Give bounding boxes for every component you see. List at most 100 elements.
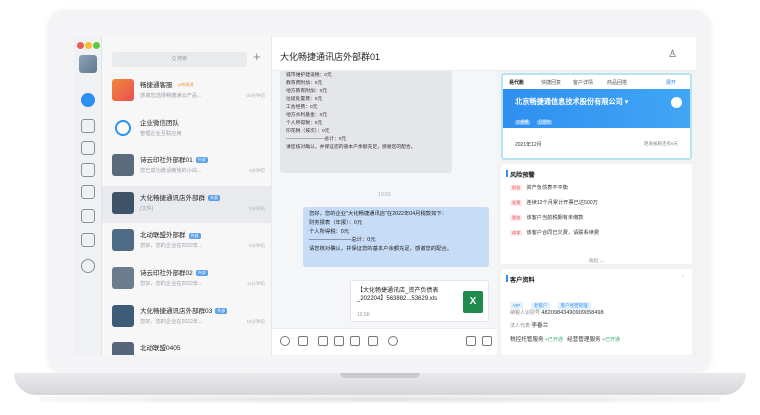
conversation-title-text: 大化畅捷通讯店外部群03: [140, 307, 213, 315]
document-icon[interactable]: [81, 141, 95, 155]
conversation-item[interactable]: 北动联盟0405今天上午一定要把这个季...21分钟前: [102, 336, 272, 355]
chat-header: 大化畅捷通讯店外部群01: [272, 37, 696, 71]
meeting-icon[interactable]: [81, 185, 95, 199]
conversation-title: 大化畅捷通讯店外部群 外部: [140, 192, 220, 202]
right-panel: 易代账 快捷回复 客户详情 商品回搭 展开 北京畅捷通信息技术股份有限公司 ▾ …: [497, 71, 696, 355]
message-bubble-sent: 您好，您的企业"大化畅捷通讯店"在2022年04月税款如下： 财务报表（年报）：0…: [303, 207, 489, 267]
message-line: 地方水利基金：0元: [286, 113, 328, 118]
risk-text: 资产负债表不平衡: [526, 185, 568, 191]
tax-countdown: 距离报税还有6天: [643, 141, 678, 146]
laptop-notch: [340, 373, 420, 378]
chat-area: 城市维护建设税：0元 教育费附加：0元 地方教育附加：0元 垃圾处置费：0元 工会经费：…: [272, 71, 497, 355]
phone-icon[interactable]: [388, 336, 398, 346]
mail-icon[interactable]: [81, 119, 95, 133]
calendar-icon[interactable]: [81, 163, 95, 177]
tab-product[interactable]: 商品回搭: [607, 79, 627, 86]
excel-file-icon: X: [463, 291, 483, 313]
conversation-title: 诗云印社外部群02 外部: [140, 267, 208, 277]
plus-icon[interactable]: +: [253, 49, 261, 64]
file-name: 【大化畅捷通讯店_资产负债表_202204】563882...53629.xls: [357, 288, 439, 302]
message-line: 请您核对确认，并保证您的基本户余额充足，感谢您的配合。: [286, 145, 416, 150]
tax-id-row: 纳税人识别号 4820984349090905849​8: [510, 309, 604, 316]
member-icon[interactable]: ♙: [668, 49, 677, 60]
conversation-time: 05分钟前: [246, 93, 265, 98]
message-icon[interactable]: [81, 93, 95, 107]
tab-customer-detail[interactable]: 客户详情: [573, 79, 593, 86]
risk-tag: 税务: [510, 215, 523, 221]
tab-quick-reply[interactable]: 快捷回复: [541, 79, 561, 86]
screen-share-icon[interactable]: [368, 336, 378, 346]
conversation-time: 3分钟前: [248, 205, 265, 211]
message-line: 个人所得税：0元: [309, 228, 350, 235]
service-status[interactable]: +已开通: [545, 337, 563, 343]
app-window: Q 搜索 + 畅捷通客服 @畅捷通 感谢您选择畅捷通云产品... 05分钟前 企业微信团…: [74, 37, 696, 355]
conversation-preview: 感谢您选择畅捷通云产品...: [140, 93, 202, 99]
conversation-title-text: 企业微信团队: [140, 119, 179, 127]
document-icon[interactable]: [350, 336, 360, 346]
conversation-title: 北动联盟外部群 外部: [140, 229, 201, 239]
avatar: [112, 79, 134, 101]
conversation-preview: 您好，您的企业在2022年...: [140, 281, 203, 287]
conversation-item[interactable]: 畅捷通客服 @畅捷通 感谢您选择畅捷通云产品... 05分钟前: [102, 73, 272, 110]
conversation-item[interactable]: 诗云印社外部群02 外部 您好，您的企业在2022年... 11分钟前: [102, 261, 272, 298]
avatar: [112, 267, 134, 289]
conversation-time: 6分钟前: [248, 243, 265, 249]
minimize-window-button[interactable]: [85, 42, 92, 49]
conversation-title-text: 诗云印社外部群02: [140, 270, 193, 277]
apps-icon[interactable]: [81, 209, 95, 223]
left-dock: [74, 37, 102, 355]
close-window-button[interactable]: [77, 42, 84, 49]
sidebar-toggle-icon[interactable]: [482, 336, 492, 346]
company-name[interactable]: 北京畅捷通信息技术股份有限公司 ▾: [515, 97, 628, 107]
image-icon[interactable]: [318, 336, 328, 346]
message-line: 个人所得税：0元: [286, 121, 323, 126]
message-line: 印花税（按次）：0元: [286, 129, 330, 134]
settings-icon[interactable]: [81, 259, 95, 273]
avatar: [112, 342, 134, 355]
service-name: 税控托管服务: [510, 337, 544, 343]
conversation-preview: 您好，您的企业在2022年...: [140, 318, 203, 325]
time-label: 10:55: [378, 192, 391, 198]
phone-icon[interactable]: [671, 97, 682, 108]
external-badge: 外部: [188, 232, 201, 239]
risk-item[interactable]: 成本 该客户合同已欠费，请联系续费: [510, 229, 599, 236]
message-line: 您好，您的企业"大化畅捷通讯店"在2022年04月税款如下：: [309, 211, 447, 217]
tax-id-value: 4820984349090905849​8: [541, 310, 604, 316]
video-icon[interactable]: [466, 336, 476, 346]
conversation-item[interactable]: 北动联盟外部群 外部 您好，您的企业在2022年... 6分钟前: [102, 223, 272, 260]
conversation-title: 北动联盟0405: [140, 342, 180, 352]
risk-warning-card: 风险预警 财务 资产负债表不平衡 发票 连续12个月累计开票已达500万 税务 该客户当前…: [501, 164, 692, 264]
file-card[interactable]: 【大化畅捷通讯店_资产负债表_202204】563882...53629.xls…: [350, 280, 489, 322]
conversation-item[interactable]: 诗云印社外部群01 外部 您已成功邀请微信的小白... 3分钟前: [102, 148, 272, 185]
tab-yidaizhang[interactable]: 易代账: [509, 79, 524, 86]
conversation-item[interactable]: 大化畅捷通讯店外部群03 外部您好，您的企业在2022年... 15分钟前: [102, 299, 272, 336]
conversation-item[interactable]: 企业微信团队 管理企业互联应用: [102, 111, 272, 148]
external-badge: 外部: [215, 307, 228, 314]
conversation-title-text: 诗云印社外部群01: [140, 157, 193, 165]
file-size: 10.5K: [357, 312, 371, 318]
customer-title: 客户资料: [506, 275, 535, 284]
wecom-logo-icon: [115, 119, 131, 136]
collapse-button[interactable]: 收起 ︿: [501, 257, 692, 264]
risk-item[interactable]: 发票 连续12个月累计开票已达500万: [510, 199, 598, 206]
risk-item[interactable]: 税务 该客户当前税期有未缴款: [510, 214, 583, 221]
conversation-item[interactable]: 大化畅捷通讯店外部群 外部 [文件] 3分钟前: [102, 185, 272, 223]
avatar[interactable]: [79, 55, 97, 73]
emoji-icon[interactable]: [280, 336, 290, 346]
risk-text: 该客户当前税期有未缴款: [526, 215, 584, 221]
message-line: 地方教育附加：0元: [286, 89, 328, 94]
search-input[interactable]: Q 搜索: [112, 52, 247, 67]
conversation-preview: 您好，您的企业在2022年...: [140, 243, 203, 250]
service-status[interactable]: +已开通: [602, 337, 620, 343]
expand-button[interactable]: 展开: [666, 79, 676, 86]
scissors-icon[interactable]: [298, 336, 308, 346]
maximize-window-button[interactable]: [93, 42, 100, 49]
chevron-right-icon[interactable]: ›: [682, 274, 684, 280]
message-line: 请您核对确认，并保证您的基本户余额充足，感谢您的配合。: [309, 246, 453, 253]
status-badge: 已签约: [536, 120, 553, 125]
contacts-icon[interactable]: [81, 233, 95, 247]
message-line: 财务报表（年报）：0元: [309, 219, 363, 226]
conversation-time: 15分钟前: [246, 318, 265, 324]
file-icon[interactable]: [334, 336, 344, 346]
risk-item[interactable]: 财务 资产负债表不平衡: [510, 184, 568, 191]
